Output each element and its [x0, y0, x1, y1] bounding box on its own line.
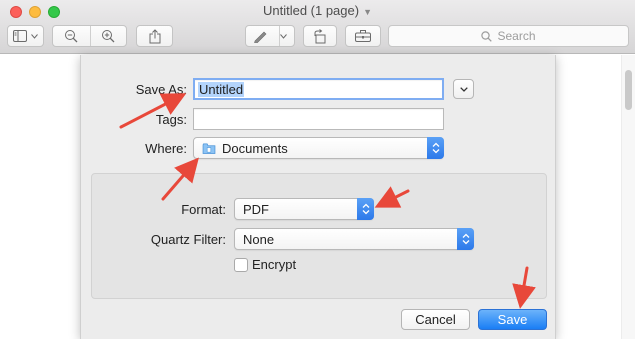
sidebar-icon [13, 30, 27, 42]
zoom-in-icon [101, 30, 115, 43]
markup-pen-icon [254, 31, 267, 43]
scrollbar-thumb[interactable] [625, 70, 632, 110]
format-value: PDF [243, 201, 269, 217]
rotate-icon [314, 28, 326, 43]
window-title: Untitled (1 page) [262, 3, 360, 18]
save-dialog-sheet: Save As: Untitled Tags: Where: Documents… [80, 55, 556, 339]
tags-label: Tags: [155, 112, 187, 127]
zoom-segmented-control [52, 25, 127, 47]
format-stepper [357, 198, 374, 220]
markup-toolbar-button[interactable] [345, 25, 381, 47]
chevron-down-icon: ▼ [363, 7, 373, 17]
share-icon [149, 28, 160, 43]
quartz-filter-value: None [243, 231, 275, 247]
search-icon [481, 30, 493, 42]
zoom-out-icon [65, 30, 78, 43]
format-popup[interactable]: PDF [234, 198, 374, 220]
save-button[interactable]: Save [478, 309, 547, 330]
chevron-down-icon [459, 86, 468, 92]
save-as-label: Save As: [135, 82, 187, 97]
search-placeholder: Search [497, 29, 536, 43]
up-down-chevron-icon [462, 233, 469, 245]
rotate-button[interactable] [303, 25, 337, 47]
up-down-chevron-icon [432, 142, 439, 154]
format-options-panel: Format: PDF Quartz Filter: None Encrypt [91, 173, 547, 299]
zoom-in-button[interactable] [90, 26, 127, 46]
save-as-field[interactable]: Untitled [193, 78, 444, 100]
search-field[interactable]: Search [388, 25, 629, 47]
window-title-area[interactable]: Untitled (1 page) ▼ [0, 3, 635, 18]
toolbox-icon [355, 30, 371, 42]
quartz-filter-stepper [457, 228, 474, 250]
expand-dialog-button[interactable] [453, 79, 474, 99]
cancel-button[interactable]: Cancel [401, 309, 470, 330]
chevron-down-icon [31, 33, 38, 39]
save-as-value: Untitled [198, 81, 245, 97]
zoom-out-button[interactable] [53, 26, 90, 46]
view-menu-button[interactable] [7, 25, 44, 47]
share-button[interactable] [136, 25, 173, 47]
quartz-filter-popup[interactable]: None [234, 228, 474, 250]
where-label: Where: [145, 141, 187, 156]
encrypt-label: Encrypt [252, 257, 297, 272]
where-value: Documents [222, 140, 288, 156]
where-popup[interactable]: Documents [193, 137, 444, 159]
tags-field[interactable] [193, 108, 444, 130]
quartz-filter-label: Quartz Filter: [150, 232, 226, 247]
where-stepper [427, 137, 444, 159]
markup-button[interactable] [245, 25, 295, 47]
format-label: Format: [181, 202, 226, 217]
folder-icon [202, 143, 216, 154]
window-toolbar: Untitled (1 page) ▼ Search [0, 0, 635, 54]
encrypt-checkbox[interactable] [234, 258, 248, 272]
up-down-chevron-icon [362, 203, 369, 215]
chevron-down-icon [280, 33, 287, 39]
